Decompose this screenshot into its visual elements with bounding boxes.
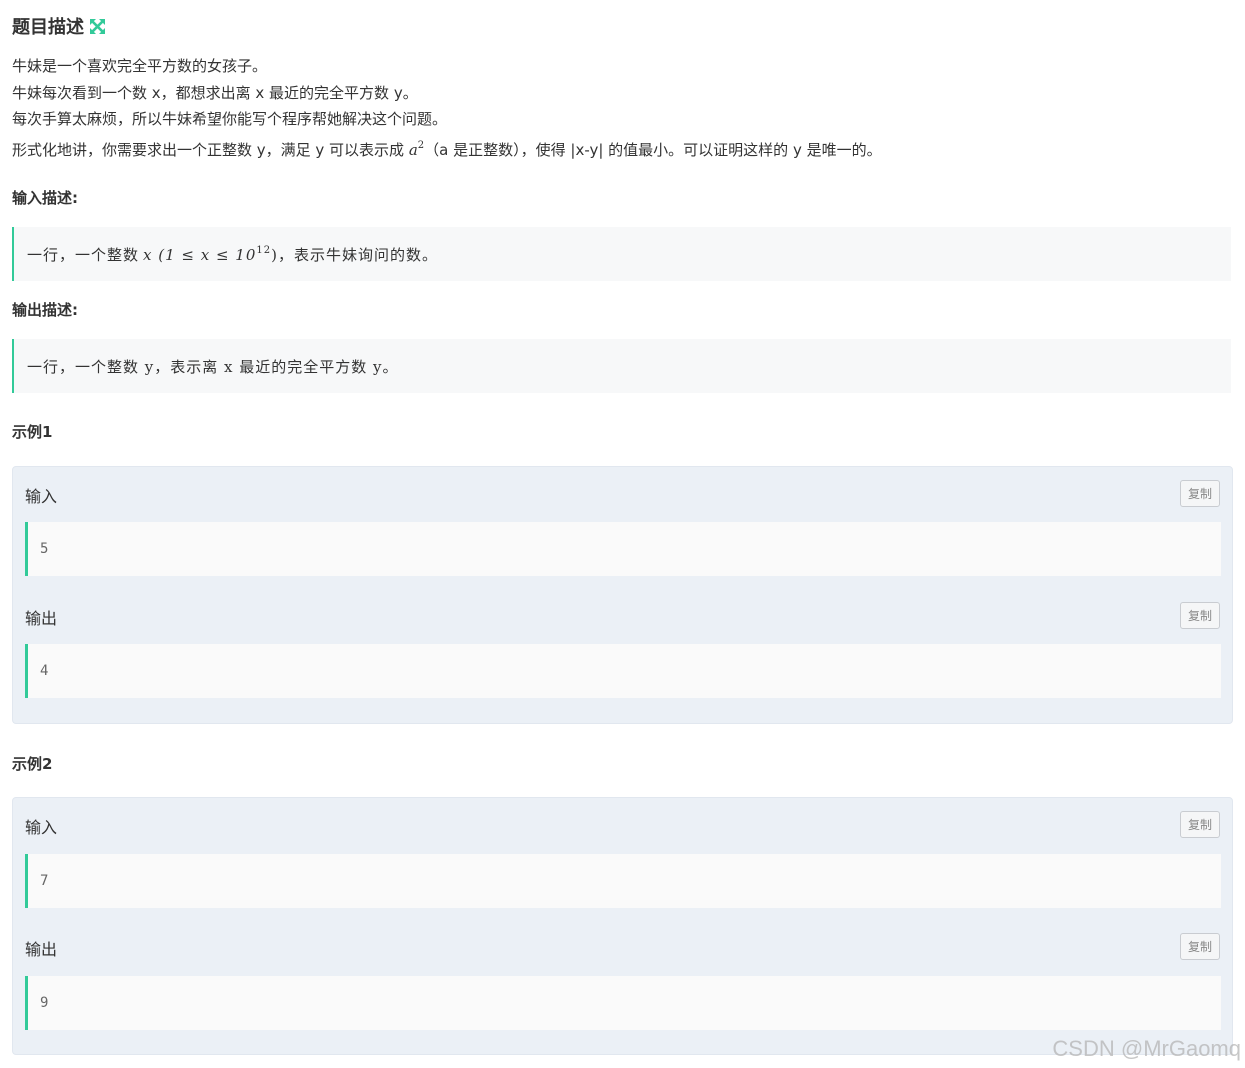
description-line-formal: 形式化地讲，你需要求出一个正整数 y，满足 y 可以表示成 a2（a 是正整数）… [12, 133, 882, 164]
output-description: 一行，一个整数 y，表示离 x 最近的完全平方数 y。 [12, 339, 1231, 393]
page-title: 题目描述 [12, 17, 84, 38]
input-description: 一行，一个整数 x (1 ≤ x ≤ 1012) ，表示牛妹询问的数。 [12, 227, 1231, 281]
example-input-label: 输入 [25, 818, 58, 837]
title-row: 题目描述 [12, 13, 106, 39]
example-output-label: 输出 [25, 940, 58, 959]
problem-description: 牛妹是一个喜欢完全平方数的女孩子。 牛妹每次看到一个数 x，都想求出离 x 最近… [12, 53, 882, 163]
example-1-title: 示例1 [12, 423, 53, 441]
formal-suffix: （a 是正整数），使得 |x-y| 的值最小。可以证明这样的 y 是唯一的。 [424, 140, 882, 159]
copy-output-button[interactable]: 复制 [1180, 933, 1220, 960]
example-1-box: 输入 复制 5 输出 复制 4 [12, 466, 1233, 724]
example-input-value: 5 [25, 522, 1221, 576]
example-output-value: 9 [25, 976, 1221, 1030]
output-description-label: 输出描述: [12, 301, 78, 319]
description-line: 每次手算太麻烦，所以牛妹希望你能写个程序帮她解决这个问题。 [12, 110, 448, 128]
description-line: 牛妹每次看到一个数 x，都想求出离 x 最近的完全平方数 y。 [12, 83, 418, 102]
formal-math: a2 [408, 139, 425, 159]
copy-output-button[interactable]: 复制 [1180, 602, 1220, 629]
example-output-label: 输出 [25, 609, 58, 628]
example-input-label: 输入 [25, 487, 58, 506]
expand-arrows-icon[interactable] [89, 18, 106, 35]
description-line: 牛妹是一个喜欢完全平方数的女孩子。 [12, 57, 268, 75]
formal-prefix: 形式化地讲，你需要求出一个正整数 y，满足 y 可以表示成 [12, 140, 409, 159]
example-output-value: 4 [25, 644, 1221, 698]
example-2-box: 输入 复制 7 输出 复制 9 [12, 797, 1233, 1055]
csdn-watermark: CSDN @MrGaomq [1052, 1036, 1241, 1061]
copy-input-button[interactable]: 复制 [1180, 480, 1220, 507]
copy-input-button[interactable]: 复制 [1180, 811, 1220, 838]
input-description-label: 输入描述: [12, 189, 78, 207]
example-input-value: 7 [25, 854, 1221, 908]
example-2-title: 示例2 [12, 755, 53, 773]
